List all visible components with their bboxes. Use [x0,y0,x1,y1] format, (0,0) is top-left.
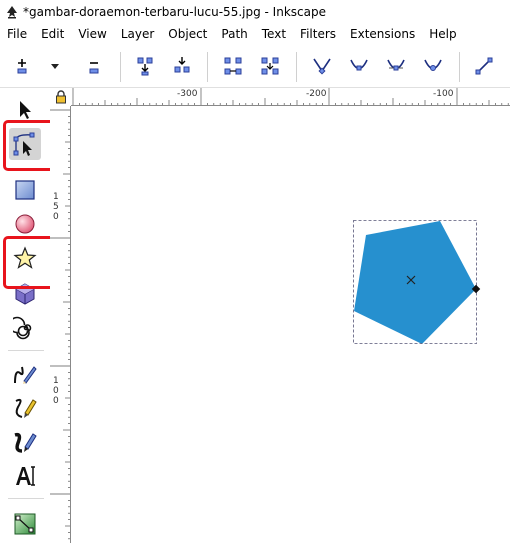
menu-layer[interactable]: Layer [114,27,161,41]
vruler-label: 5 [53,202,59,212]
join-segment-icon [224,57,242,75]
toolbox [0,88,62,543]
toolbar-separator [120,52,121,82]
calligraphy-icon [14,432,37,453]
text-icon [16,466,35,486]
insert-node-icon [17,59,27,74]
hruler-label: -300 [177,89,198,99]
gradient-tool[interactable] [9,508,41,540]
menu-edit[interactable]: Edit [34,27,71,41]
drawing-canvas[interactable] [72,107,510,543]
menu-file[interactable]: File [0,27,34,41]
segment-line-button[interactable] [472,54,496,78]
toolbar-separator [296,52,297,82]
pencil-tool[interactable] [9,358,41,390]
node-cusp-button[interactable] [310,54,334,78]
window-title: *gambar-doraemon-terbaru-lucu-55.jpg - I… [23,5,326,19]
inkscape-logo-icon [7,6,17,19]
break-path-icon [174,57,190,73]
square-icon [15,180,35,200]
tool-controls-bar [0,46,510,88]
delete-node-button[interactable] [82,54,106,78]
node-symmetric-icon [387,59,405,71]
break-path-button[interactable] [170,54,194,78]
menu-bar: File Edit View Layer Object Path Text Fi… [0,24,510,44]
pentagon-shape[interactable] [354,221,476,344]
canvas-drawing [353,220,481,344]
inkscape-window: *gambar-doraemon-terbaru-lucu-55.jpg - I… [0,0,510,543]
vertical-ruler-ticks [50,109,70,540]
menu-help[interactable]: Help [422,27,463,41]
insert-node-button[interactable] [10,54,34,78]
insert-node-dropdown[interactable] [46,54,64,78]
hruler-label: -200 [306,89,327,99]
vruler-label: 1 [53,376,59,386]
join-nodes-icon [137,57,153,76]
toolbox-separator [8,498,44,499]
pen-icon [15,398,37,418]
menu-text[interactable]: Text [255,27,293,41]
pen-tool[interactable] [9,392,41,424]
title-bar: *gambar-doraemon-terbaru-lucu-55.jpg - I… [0,0,510,24]
node-auto-icon [424,59,442,71]
horizontal-ruler: -300 -200 -100 [71,88,510,106]
hruler-label: -100 [433,89,454,99]
spiral-icon [13,316,32,340]
calligraphy-tool[interactable] [9,426,41,458]
lock-guides-button[interactable] [50,88,71,106]
toolbox-separator [8,350,44,351]
join-nodes-button[interactable] [133,54,157,78]
join-segment-button[interactable] [221,54,245,78]
text-tool[interactable] [9,460,41,492]
pencil-icon [14,366,37,384]
arrow-icon [20,101,31,119]
dropdown-arrow-icon [51,64,59,69]
rect-tool[interactable] [9,174,41,206]
menu-object[interactable]: Object [161,27,214,41]
node-cusp-icon [313,58,331,75]
spiral-tool[interactable] [9,312,41,344]
vruler-label: 0 [53,212,59,222]
delete-node-icon [89,62,99,74]
menu-extensions[interactable]: Extensions [343,27,422,41]
menu-view[interactable]: View [71,27,113,41]
menu-path[interactable]: Path [214,27,254,41]
segment-line-icon [475,57,493,75]
delete-segment-icon [261,57,279,75]
node-auto-button[interactable] [421,54,445,78]
lock-icon [55,90,66,104]
node-smooth-button[interactable] [347,54,371,78]
gradient-icon [14,513,36,535]
circle-icon [15,214,35,234]
node-symmetric-button[interactable] [384,54,408,78]
vruler-label: 0 [53,386,59,396]
delete-segment-button[interactable] [258,54,282,78]
menu-filters[interactable]: Filters [293,27,343,41]
vertical-ruler: 1 5 0 1 0 0 [50,106,71,543]
toolbar-separator [207,52,208,82]
node-smooth-icon [350,59,368,71]
vruler-label: 0 [53,396,59,406]
vruler-label: 1 [53,192,59,202]
toolbar-separator [459,52,460,82]
